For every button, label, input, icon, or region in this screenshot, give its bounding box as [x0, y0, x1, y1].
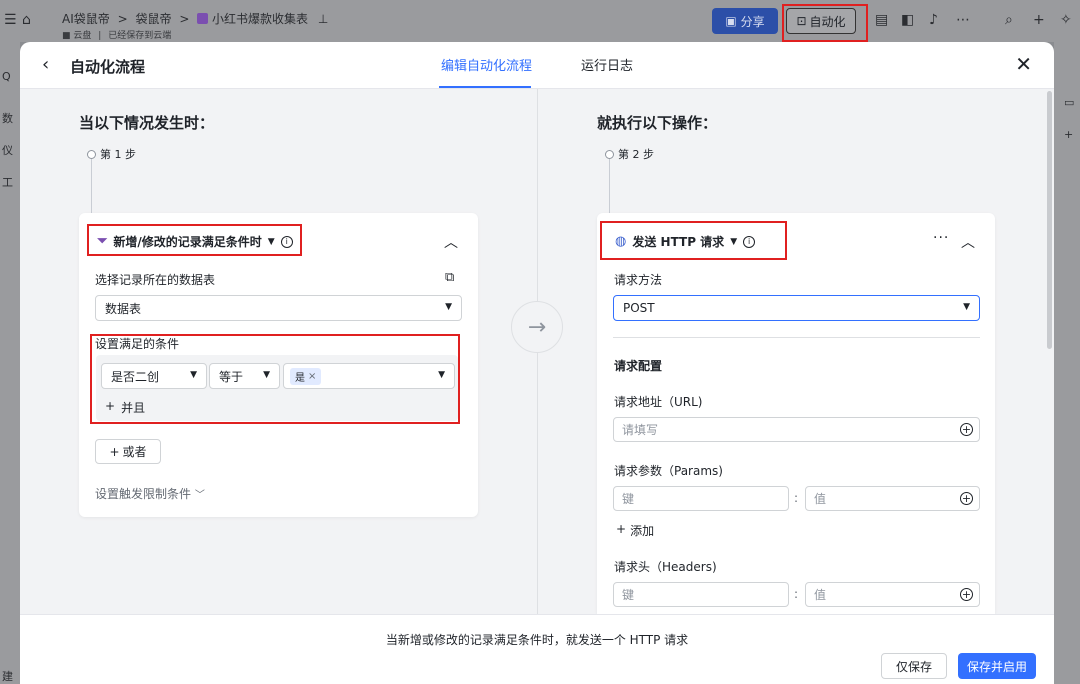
more-icon[interactable]: ··· [933, 230, 949, 246]
sparkle-icon[interactable]: ✧ [1060, 12, 1072, 28]
search-icon[interactable]: ⌕ [1005, 12, 1013, 28]
comment-icon: ▭ [1064, 96, 1075, 109]
highlight-trigger [87, 224, 302, 256]
active-tab-indicator [439, 86, 531, 88]
bell-icon[interactable]: ♪ [929, 12, 938, 28]
plugin-icon[interactable]: ◧ [901, 12, 914, 28]
header-value-input[interactable]: 值 + [805, 582, 980, 607]
step-connector [91, 159, 92, 213]
param-value-input[interactable]: 值 + [805, 486, 980, 511]
modal-footer: 当新增或修改的记录满足条件时，就发送一个 HTTP 请求 仅保存 保存并启用 [20, 614, 1054, 684]
breadcrumb: AI袋鼠帝 > 袋鼠帝 > 小红书爆款收集表 ⊥ [62, 12, 329, 26]
method-select[interactable]: POST ▼ [613, 295, 980, 321]
modal-header: ‹ 自动化流程 编辑自动化流程 运行日志 ✕ [20, 42, 1054, 89]
header-key-input[interactable]: 键 [613, 582, 789, 607]
step-2-label: 第 2 步 [605, 146, 654, 162]
highlight-action [600, 221, 787, 260]
automation-modal: ‹ 自动化流程 编辑自动化流程 运行日志 ✕ → 当以下情况发生时： 第 1 步… [20, 42, 1054, 684]
flow-summary: 当新增或修改的记录满足条件时，就发送一个 HTTP 请求 [385, 633, 689, 647]
params-label: 请求参数（Params) [614, 464, 723, 478]
url-input[interactable]: 请填写 + [613, 417, 980, 442]
url-label: 请求地址（URL) [614, 395, 703, 409]
more-icon[interactable]: ⋯ [956, 12, 970, 28]
doc-status: ■ 云盘 | 已经保存到云端 [62, 31, 172, 41]
folder-icon: ■ [62, 31, 71, 41]
share-button[interactable]: ▣ 分享 [712, 8, 778, 34]
action-card: ◍ 发送 HTTP 请求 ▼ i ··· ︿ 请求方法 POST ▼ 请求配置 … [597, 213, 995, 614]
plus-icon: + [616, 522, 627, 536]
base-icon [197, 13, 209, 24]
save-enable-button[interactable]: 保存并启用 [958, 653, 1036, 679]
chevron-down-icon: ▼ [445, 302, 452, 312]
headers-label: 请求头（Headers) [614, 560, 717, 574]
config-title: 请求配置 [614, 359, 663, 373]
add-icon[interactable]: + [1033, 12, 1045, 28]
chevron-down-icon: ﹀ [194, 490, 205, 501]
breadcrumb-item[interactable]: 小红书爆款收集表 [212, 12, 308, 26]
doc-icon[interactable]: ▤ [875, 12, 888, 28]
step-dot-icon [605, 149, 614, 159]
table-select[interactable]: 数据表 ▼ [95, 295, 462, 321]
chevron-up-icon[interactable]: ︿ [444, 232, 458, 252]
arrow-right-icon: → [511, 301, 563, 353]
add-or-button[interactable]: + 或者 [95, 439, 161, 464]
chevron-down-icon: ▼ [963, 302, 970, 312]
highlight-condition [90, 334, 460, 424]
tab-edit-flow[interactable]: 编辑自动化流程 [441, 55, 532, 74]
flow-canvas: → 当以下情况发生时： 第 1 步 ⏷ 新增/修改的记录满足条件时 ▼ i ︿ … [20, 89, 1054, 614]
insert-variable-icon[interactable]: + [960, 588, 973, 601]
pin-icon[interactable]: ⊥ [318, 12, 328, 26]
breadcrumb-item[interactable]: AI袋鼠帝 [62, 12, 110, 26]
back-icon[interactable]: ‹ [42, 54, 49, 75]
plus-icon: + [109, 444, 120, 459]
save-only-button[interactable]: 仅保存 [881, 653, 947, 679]
section-divider [613, 337, 980, 338]
share-icon: ▣ [725, 14, 737, 28]
breadcrumb-item[interactable]: 袋鼠帝 [135, 12, 171, 26]
external-link-icon[interactable]: ⧉ [445, 270, 454, 285]
scrollbar[interactable] [1047, 91, 1052, 349]
background-right-panel: ▭ + [1054, 42, 1080, 684]
tab-run-log[interactable]: 运行日志 [581, 55, 633, 74]
chevron-up-icon[interactable]: ︿ [961, 232, 975, 252]
background-topbar: ☰ ⌂ AI袋鼠帝 > 袋鼠帝 > 小红书爆款收集表 ⊥ ■ 云盘 | 已经保存… [0, 0, 1080, 42]
method-label: 请求方法 [614, 273, 663, 287]
highlight-automation [782, 4, 868, 42]
step-dot-icon [87, 149, 96, 159]
add-param-button[interactable]: + 添加 [616, 522, 654, 539]
param-key-input[interactable]: 键 [613, 486, 789, 511]
table-label: 选择记录所在的数据表 [95, 273, 216, 287]
menu-icon: ☰ [4, 12, 17, 28]
home-icon: ⌂ [22, 12, 31, 28]
insert-variable-icon[interactable]: + [960, 492, 973, 505]
background-sidebar: Q 数 仪 工 建 [0, 42, 20, 684]
modal-title: 自动化流程 [70, 58, 146, 76]
trigger-limit-toggle[interactable]: 设置触发限制条件 ﹀ [95, 485, 205, 502]
trigger-card: ⏷ 新增/修改的记录满足条件时 ▼ i ︿ 选择记录所在的数据表 ⧉ 数据表 ▼… [79, 213, 478, 517]
insert-variable-icon[interactable]: + [960, 423, 973, 436]
step-connector [609, 159, 610, 213]
step-1-label: 第 1 步 [87, 146, 136, 162]
close-icon[interactable]: ✕ [1015, 52, 1032, 76]
plus-icon: + [1064, 128, 1074, 141]
action-section-title: 就执行以下操作： [597, 114, 718, 132]
trigger-section-title: 当以下情况发生时： [79, 114, 215, 132]
